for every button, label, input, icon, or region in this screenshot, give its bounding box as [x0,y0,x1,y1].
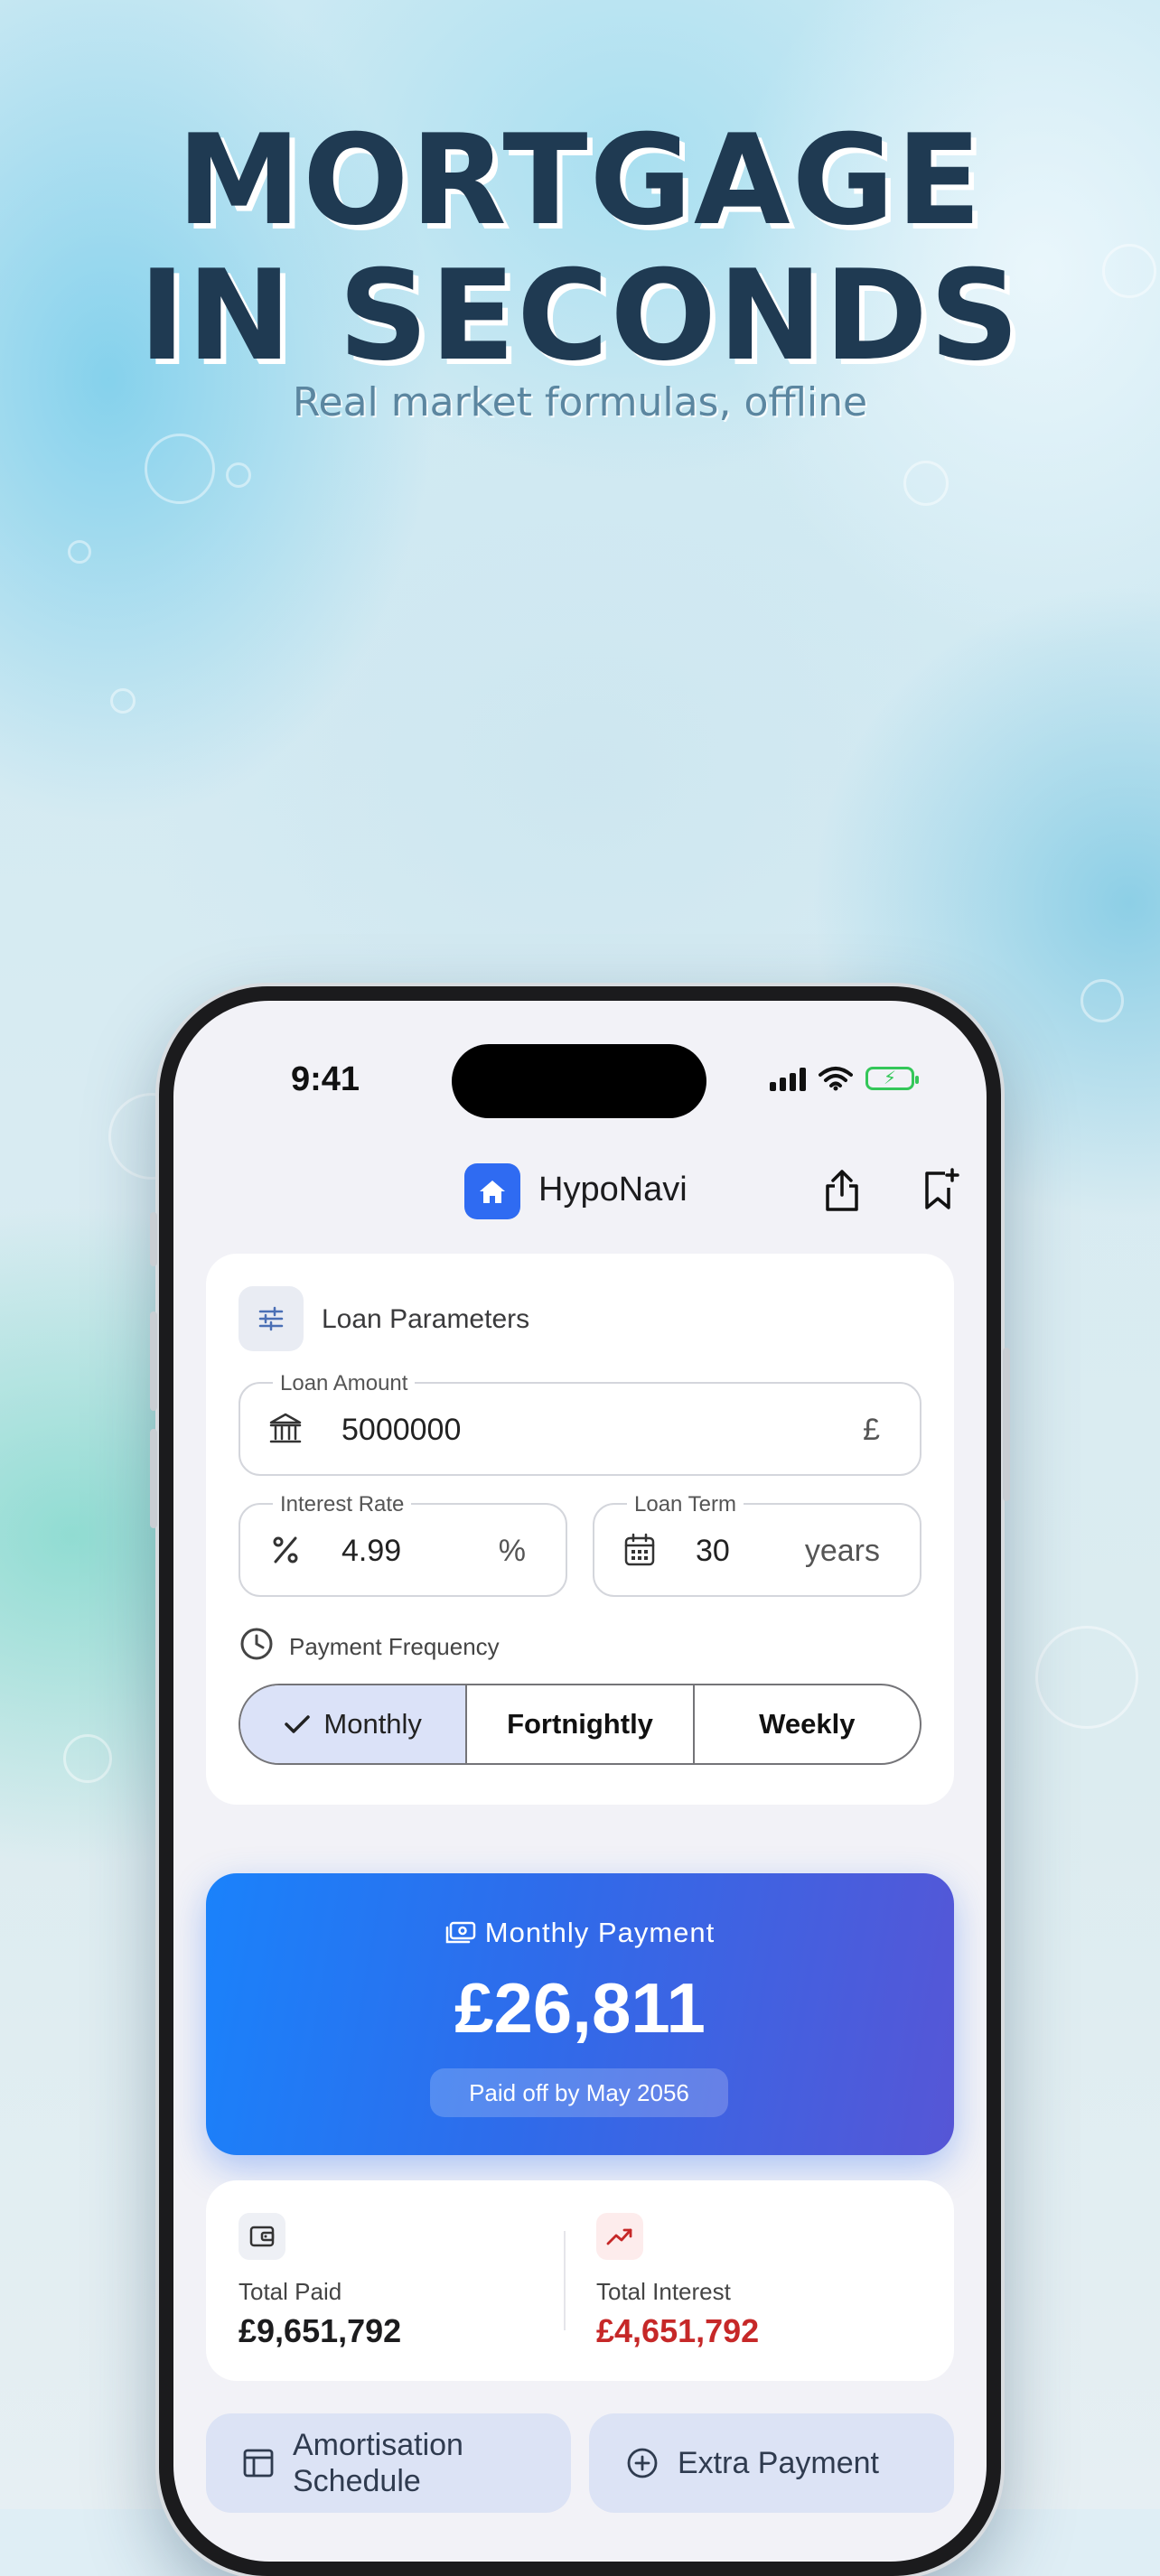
paid-off-badge: Paid off by May 2056 [430,2068,728,2117]
loan-parameters-card: Loan Parameters Loan Amount 5000000 £ In… [206,1254,954,1805]
sliders-icon [239,1286,304,1351]
share-icon [826,1170,858,1211]
app-screen: 9:41 ⚡ HypoNavi Loan Parameters Loan Amo… [173,1001,987,2562]
bank-icon [267,1411,304,1447]
monthly-payment-label: Monthly Payment [484,1917,716,1948]
plus-circle-icon [627,2448,658,2478]
bubble-decoration [1035,1626,1138,1729]
action-button [150,1212,157,1266]
bookmark-add-icon [925,1168,959,1209]
currency-suffix: £ [863,1413,880,1447]
table-icon [243,2449,274,2478]
hero-title-line-1: MORTGAGE [176,107,984,253]
bubble-decoration [110,688,136,714]
bookmark-add-button[interactable] [912,1163,967,1218]
house-icon [464,1163,520,1219]
extra-payment-button[interactable]: Extra Payment [589,2413,954,2513]
bubble-decoration [63,1734,112,1783]
total-paid-value: £9,651,792 [239,2312,402,2349]
dynamic-island [452,1044,706,1118]
trending-up-icon [596,2213,643,2260]
volume-up-button [150,1311,157,1411]
frequency-option-fortnightly[interactable]: Fortnightly [467,1685,695,1763]
volume-down-button [150,1429,157,1528]
hero-subtitle: Real market formulas, offline [292,379,868,425]
bubble-decoration [226,462,251,488]
battery-charging-icon: ⚡ [865,1067,919,1090]
payment-frequency-label: Payment Frequency [289,1633,500,1660]
monthly-payment-card: Monthly Payment £26,811 Paid off by May … [206,1873,954,2155]
extra-payment-label: Extra Payment [678,2446,879,2480]
percent-suffix: % [498,1534,526,1568]
status-icons: ⚡ [770,1066,919,1091]
frequency-option-monthly[interactable]: Monthly [240,1685,468,1763]
status-time: 9:41 [291,1060,360,1098]
payment-label-row: Monthly Payment [206,1917,954,1949]
total-interest-label: Total Interest [596,2278,731,2305]
divider [564,2231,566,2330]
loan-amount-field[interactable]: Loan Amount 5000000 £ [239,1371,921,1476]
bubble-decoration [1080,979,1124,1022]
nav-bar: HypoNavi [173,1154,987,1227]
amortisation-label: Amortisation Schedule [293,2427,463,2499]
bubble-decoration [68,540,91,564]
percent-icon [267,1532,304,1568]
amortisation-label-line-2: Schedule [293,2464,421,2498]
loan-term-field[interactable]: Loan Term 30 years [593,1492,921,1597]
frequency-label: Fortnightly [507,1708,653,1740]
phone-frame: 9:41 ⚡ HypoNavi Loan Parameters Loan Amo… [150,986,1010,2576]
power-button [1003,1348,1010,1501]
app-title: HypoNavi [538,1171,688,1209]
hero-title-line-2: IN SECONDS [138,243,1022,388]
checkmark-icon [285,1715,311,1733]
loan-amount-value: 5000000 [341,1413,462,1447]
interest-rate-field[interactable]: Interest Rate 4.99 % [239,1492,567,1597]
loan-term-value: 30 [696,1534,730,1568]
wifi-icon [819,1067,853,1091]
amortisation-label-line-1: Amortisation [293,2428,463,2462]
clock-icon [240,1628,273,1660]
amortisation-schedule-button[interactable]: Amortisation Schedule [206,2413,571,2513]
share-button[interactable] [815,1163,869,1218]
cash-icon [445,1921,475,1944]
frequency-label: Monthly [323,1708,422,1740]
totals-card: Total Paid £9,651,792 Total Interest £4,… [206,2180,954,2381]
field-label: Loan Amount [273,1371,416,1396]
cellular-signal-icon [770,1066,806,1091]
field-label: Interest Rate [273,1492,412,1517]
calendar-icon [622,1532,658,1568]
frequency-label: Weekly [759,1708,856,1740]
payment-frequency-segmented-control: Monthly Fortnightly Weekly [239,1684,921,1765]
bubble-decoration [145,434,215,504]
interest-rate-value: 4.99 [341,1534,402,1568]
years-suffix: years [804,1534,880,1568]
field-label: Loan Term [627,1492,744,1517]
card-title: Loan Parameters [322,1304,530,1334]
monthly-payment-value: £26,811 [454,1968,706,2048]
total-interest-value: £4,651,792 [596,2312,760,2349]
total-paid-label: Total Paid [239,2278,342,2305]
bubble-decoration [903,461,949,506]
frequency-option-weekly[interactable]: Weekly [695,1685,920,1763]
wallet-icon [239,2213,285,2260]
